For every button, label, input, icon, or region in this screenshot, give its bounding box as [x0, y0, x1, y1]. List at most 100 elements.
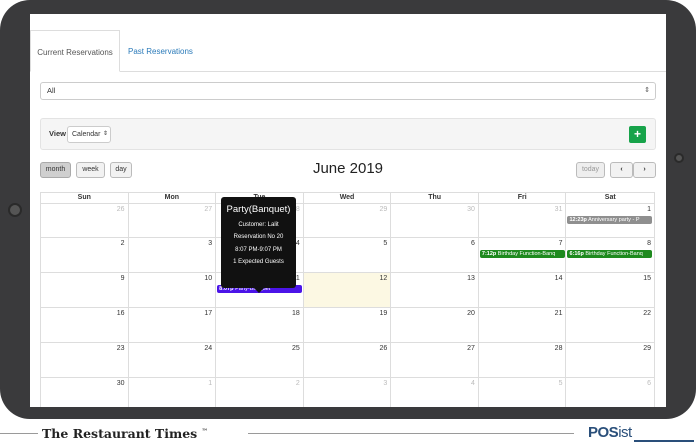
day-cell[interactable]: 1 12:23p Anniversary party - P — [566, 204, 654, 237]
tooltip-arrow — [254, 288, 264, 293]
day-number: 12 — [379, 275, 388, 282]
view-select[interactable]: Calendar ⇕ — [67, 126, 111, 143]
event-title: Birthday Function-Banq — [497, 251, 556, 257]
day-cell[interactable]: 4 — [391, 378, 479, 407]
day-cell[interactable]: 25 — [216, 343, 304, 377]
day-cell[interactable]: 26 — [304, 343, 392, 377]
day-cell[interactable]: 5 — [479, 378, 567, 407]
calendar-week: 23 24 25 26 27 28 29 — [40, 343, 655, 378]
month-view-button[interactable]: month — [40, 162, 71, 178]
day-cell-today[interactable]: 12 — [303, 273, 392, 307]
logo-pos: POS — [588, 424, 619, 441]
day-cell[interactable]: 10 — [129, 273, 217, 307]
trademark: ™ — [201, 427, 208, 435]
day-view-button[interactable]: day — [110, 162, 132, 178]
day-number: 17 — [204, 310, 213, 317]
filter-select[interactable]: All ⇕ — [40, 82, 656, 100]
day-cell[interactable]: 29 — [304, 204, 392, 237]
day-number: 21 — [554, 310, 563, 317]
day-number: 27 — [204, 206, 213, 213]
day-cell[interactable]: 15 — [566, 273, 654, 307]
day-cell[interactable]: 27 — [129, 204, 217, 237]
today-button[interactable]: today — [576, 162, 605, 178]
day-number: 1 — [647, 206, 652, 213]
day-cell[interactable]: 28 — [479, 343, 567, 377]
day-cell[interactable]: 8 6:16p Birthday Function-Banq — [566, 238, 654, 272]
weekday-fri: Fri — [479, 193, 567, 203]
event-birthday-function[interactable]: 7:12p Birthday Function-Banq — [479, 250, 565, 258]
day-cell[interactable]: 2 — [216, 378, 304, 407]
camera-icon — [8, 203, 22, 217]
event-title: Birthday Function-Banq — [585, 251, 643, 257]
calendar-week: 2 3 4 5 6 7 7:12p Birthday Function-Banq… — [40, 238, 655, 273]
prev-month-button[interactable]: ‹ — [610, 162, 633, 178]
day-cell[interactable]: 27 — [391, 343, 479, 377]
day-number: 9 — [120, 275, 125, 282]
day-cell[interactable]: 14 — [479, 273, 567, 307]
day-cell[interactable]: 30 — [41, 378, 129, 407]
day-cell[interactable]: 30 — [391, 204, 479, 237]
day-number: 6 — [647, 380, 652, 387]
day-number: 22 — [643, 310, 652, 317]
week-view-button[interactable]: week — [76, 162, 105, 178]
day-number: 8 — [647, 240, 652, 247]
weekday-mon: Mon — [129, 193, 217, 203]
day-cell[interactable]: 24 — [129, 343, 217, 377]
day-cell[interactable]: 19 — [304, 308, 392, 342]
day-cell[interactable]: 21 — [479, 308, 567, 342]
tooltip-guests: 1 Expected Guests — [233, 259, 284, 265]
day-cell[interactable]: 22 — [566, 308, 654, 342]
day-number: 7 — [558, 240, 563, 247]
select-arrows-icon: ⇕ — [102, 131, 108, 137]
day-cell[interactable]: 2 — [41, 238, 129, 272]
day-cell[interactable]: 18 — [216, 308, 304, 342]
day-cell[interactable]: 13 — [391, 273, 479, 307]
day-number: 29 — [379, 206, 388, 213]
day-cell[interactable]: 9 — [41, 273, 129, 307]
day-cell[interactable]: 1 — [129, 378, 217, 407]
day-number: 29 — [643, 345, 652, 352]
weekday-wed: Wed — [304, 193, 392, 203]
day-number: 5 — [558, 380, 563, 387]
day-cell[interactable]: 7 7:12p Birthday Function-Banq — [479, 238, 567, 272]
calendar-title: June 2019 — [312, 160, 384, 177]
day-cell[interactable]: 6 — [566, 378, 654, 407]
day-cell[interactable]: 31 — [479, 204, 567, 237]
view-panel: View Calendar ⇕ + — [40, 118, 656, 150]
tablet-frame: Current Reservations Past Reservations A… — [0, 0, 696, 419]
day-cell[interactable]: 17 — [129, 308, 217, 342]
event-birthday-function[interactable]: 6:16p Birthday Function-Banq — [567, 250, 653, 258]
calendar-week: 16 17 18 19 20 21 22 — [40, 308, 655, 343]
day-cell[interactable]: 3 — [304, 378, 392, 407]
day-number: 2 — [120, 240, 125, 247]
add-reservation-button[interactable]: + — [629, 126, 646, 143]
day-cell[interactable]: 26 — [41, 204, 129, 237]
select-arrows-icon: ⇕ — [644, 87, 650, 94]
day-number: 28 — [554, 345, 563, 352]
day-number: 3 — [383, 380, 388, 387]
day-number: 6 — [470, 240, 475, 247]
day-cell[interactable]: 23 — [41, 343, 129, 377]
logo-underline — [634, 440, 694, 442]
tooltip-reservation: Reservation No 20 — [233, 234, 284, 240]
weekday-sat: Sat — [604, 194, 616, 201]
day-cell[interactable]: 16 — [41, 308, 129, 342]
next-month-button[interactable]: › — [633, 162, 656, 178]
event-anniversary[interactable]: 12:23p Anniversary party - P — [567, 216, 653, 224]
day-cell[interactable]: 6 — [391, 238, 479, 272]
day-cell[interactable]: 29 — [566, 343, 654, 377]
day-cell[interactable]: 20 — [391, 308, 479, 342]
day-cell[interactable]: 5 — [304, 238, 392, 272]
calendar-grid: Sun Mon Tue Wed Thu Fri Sat 26 27 28 29 … — [40, 192, 655, 407]
day-number: 24 — [204, 345, 213, 352]
day-cell[interactable]: 3 — [129, 238, 217, 272]
view-label: View — [49, 129, 66, 138]
home-button[interactable] — [674, 153, 684, 163]
calendar-week: 30 1 2 3 4 5 6 — [40, 378, 655, 407]
day-number: 25 — [291, 345, 300, 352]
event-time: 6:16p — [569, 251, 584, 257]
tab-past-reservations[interactable]: Past Reservations — [128, 30, 193, 72]
footer-divider — [248, 433, 574, 434]
footer-divider — [0, 433, 38, 434]
tab-current-reservations[interactable]: Current Reservations — [30, 30, 120, 72]
